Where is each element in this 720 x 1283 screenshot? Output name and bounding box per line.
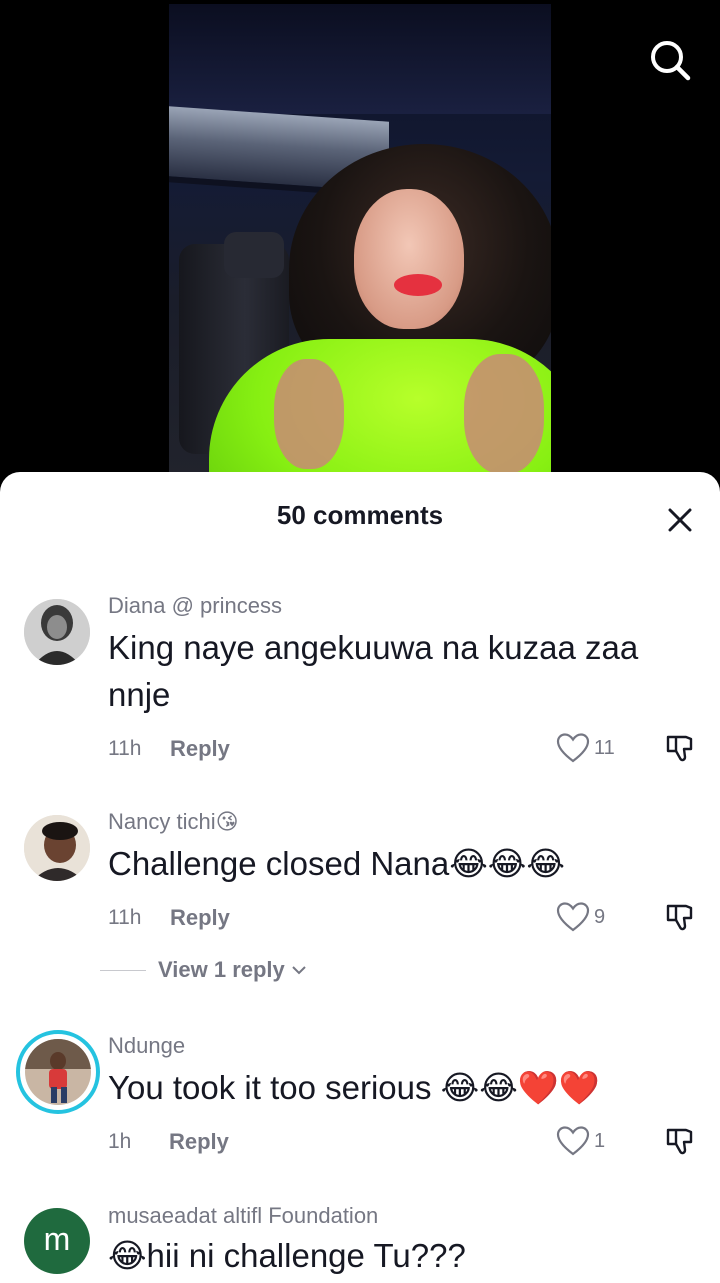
comments-count-title: 50 comments xyxy=(276,500,444,530)
avatar-letter: m xyxy=(43,1220,71,1257)
reply-button[interactable]: Reply xyxy=(170,736,230,762)
person-hand-right xyxy=(464,354,544,474)
heart-icon xyxy=(556,902,590,932)
like-button[interactable]: 11 xyxy=(556,732,615,764)
avatar[interactable]: m xyxy=(24,1208,90,1274)
avatar[interactable] xyxy=(24,599,90,665)
close-icon[interactable] xyxy=(662,502,698,538)
person-hand-left xyxy=(274,359,344,469)
reply-button[interactable]: Reply xyxy=(170,905,230,931)
person-lips xyxy=(394,274,442,296)
view-replies-label: View 1 reply xyxy=(158,957,285,982)
comment-username[interactable]: Ndunge xyxy=(108,1033,185,1059)
video-player[interactable] xyxy=(0,0,720,500)
comment-text: King naye angekuuwa na kuzaa zaa nnje xyxy=(108,629,639,713)
comment-time: 1h xyxy=(108,1130,132,1153)
comment-text: Challenge closed Nana😂😂😂 xyxy=(108,845,565,882)
comment-time: 11h xyxy=(108,737,142,760)
search-icon[interactable] xyxy=(646,36,694,84)
dislike-icon[interactable] xyxy=(664,732,696,764)
avatar[interactable] xyxy=(24,815,90,881)
like-button[interactable]: 1 xyxy=(556,1125,605,1157)
comment-text: You took it too serious 😂😂❤️❤️ xyxy=(108,1069,600,1106)
comment-username[interactable]: Diana @ princess xyxy=(108,593,282,619)
car-headrest xyxy=(224,232,284,278)
chevron-down-icon xyxy=(292,966,306,975)
heart-icon xyxy=(556,1126,590,1156)
like-count: 11 xyxy=(594,736,615,759)
view-replies-button[interactable]: View 1 reply xyxy=(100,957,307,983)
like-button[interactable]: 9 xyxy=(556,901,605,933)
person-face xyxy=(354,189,464,329)
comment-username[interactable]: Nancy tichi😘 xyxy=(108,809,239,835)
divider xyxy=(100,969,146,971)
comment-time: 11h xyxy=(108,906,142,929)
comment-username[interactable]: musaeadat altifl Foundation xyxy=(108,1203,378,1229)
video-frame[interactable] xyxy=(169,4,551,500)
dislike-icon[interactable] xyxy=(664,901,696,933)
reply-button[interactable]: Reply xyxy=(169,1129,229,1155)
comment-text: 😂hii ni challenge Tu??? xyxy=(108,1237,466,1274)
story-ring[interactable] xyxy=(16,1030,100,1114)
comments-sheet: 50 comments Diana @ princess King naye a… xyxy=(0,472,720,1283)
dislike-icon[interactable] xyxy=(664,1125,696,1157)
avatar xyxy=(25,1039,91,1105)
like-count: 9 xyxy=(594,905,606,928)
heart-icon xyxy=(556,733,590,763)
like-count: 1 xyxy=(594,1129,606,1152)
car-roof xyxy=(169,4,551,114)
